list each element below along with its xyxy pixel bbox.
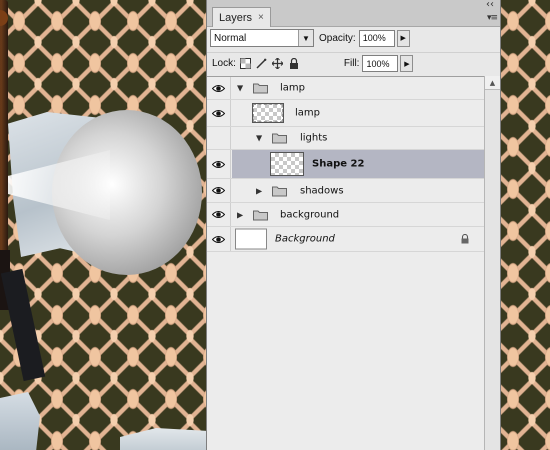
layer-row-content: Shape 22: [232, 150, 485, 178]
layer-row-shape-22[interactable]: Shape 22: [207, 150, 485, 179]
folder-icon: [272, 133, 287, 144]
fill-label: Fill:: [343, 58, 360, 69]
collapsed-triangle-icon[interactable]: ▶: [237, 210, 243, 219]
chevron-down-icon[interactable]: ▼: [298, 30, 313, 46]
lock-icon: [461, 234, 469, 244]
layer-row-lamp[interactable]: lamp: [207, 100, 485, 127]
blend-mode-value: Normal: [214, 32, 247, 44]
layers-panel: Layers × ‹‹ ▾≡ Normal ▼ Opacity: 100% ▶ …: [206, 0, 501, 450]
lock-transparent-pixels-icon[interactable]: [240, 58, 252, 70]
document-canvas[interactable]: [0, 0, 207, 450]
lock-label: Lock:: [212, 58, 236, 69]
thumbnail-content: [253, 104, 283, 122]
eye-icon: [212, 84, 225, 92]
folder-icon: [253, 83, 268, 94]
expand-triangle-icon[interactable]: ▼: [256, 134, 262, 143]
fill-field[interactable]: 100%: [362, 55, 399, 72]
visibility-toggle[interactable]: [207, 100, 231, 126]
layer-row-lamp-group[interactable]: ▼ lamp: [207, 77, 485, 100]
layer-name: shadows: [300, 185, 344, 196]
eye-icon: [212, 211, 225, 218]
tab-layers[interactable]: Layers ×: [212, 7, 271, 27]
blend-mode-select[interactable]: Normal ▼: [210, 29, 314, 47]
fill-slider-button[interactable]: ▶: [400, 55, 414, 72]
lock-position-icon[interactable]: [272, 58, 284, 70]
scroll-up-arrow-icon[interactable]: ▲: [485, 76, 500, 90]
layer-name: Shape 22: [312, 158, 365, 170]
layer-row-content: ▼ lights: [232, 127, 485, 149]
layer-row-background-group[interactable]: ▶ background: [207, 203, 485, 227]
layer-name: lamp: [295, 107, 320, 119]
opacity-field[interactable]: 100%: [358, 29, 395, 47]
visibility-toggle[interactable]: [207, 227, 231, 251]
layer-row-content: ▼ lamp: [232, 77, 485, 99]
opacity-slider-button[interactable]: ▶: [396, 29, 410, 47]
eye-icon: [212, 109, 225, 117]
torn-paper-bottom-left: [0, 392, 40, 450]
visibility-toggle[interactable]: [207, 179, 231, 202]
opacity-label: Opacity:: [319, 32, 356, 44]
lamp-strap: [0, 268, 46, 382]
tab-layers-label: Layers: [219, 11, 253, 24]
visibility-toggle[interactable]: [207, 127, 231, 149]
layer-name: lamp: [280, 82, 305, 94]
close-icon[interactable]: ×: [258, 12, 264, 23]
layer-name: background: [280, 209, 340, 220]
visibility-toggle[interactable]: [207, 203, 231, 226]
collapsed-triangle-icon[interactable]: ▶: [256, 186, 262, 195]
lock-options-row: Lock: Fill: 100% ▶: [207, 52, 500, 74]
layers-list: ▼ lamp lamp ▼ lights Shape 22 ▶ shadows …: [207, 76, 485, 450]
lock-all-icon[interactable]: [288, 58, 300, 70]
layers-scrollbar[interactable]: ▲: [484, 76, 500, 450]
layer-row-background[interactable]: Background: [207, 227, 485, 252]
lock-image-pixels-icon[interactable]: [256, 58, 268, 70]
visibility-toggle[interactable]: [207, 150, 231, 178]
layer-thumbnail: [270, 152, 304, 176]
layer-row-shadows-group[interactable]: ▶ shadows: [207, 179, 485, 203]
visibility-toggle[interactable]: [207, 77, 231, 99]
layer-thumbnail: [252, 103, 284, 123]
eye-icon: [212, 160, 225, 168]
layer-row-lights-group[interactable]: ▼ lights: [207, 127, 485, 150]
folder-icon: [272, 186, 287, 196]
panel-menu-icon[interactable]: ▾≡: [487, 13, 498, 23]
layer-row-content: lamp: [232, 100, 485, 126]
torn-paper-bottom: [120, 428, 207, 450]
eye-icon: [212, 187, 225, 194]
layer-name: lights: [300, 132, 328, 144]
layer-row-content: ▶ background: [232, 203, 485, 226]
layer-row-content: Background: [232, 227, 485, 251]
folder-icon: [253, 210, 268, 220]
layer-thumbnail: [235, 228, 267, 250]
expand-triangle-icon[interactable]: ▼: [237, 84, 243, 93]
eye-icon: [212, 235, 225, 243]
layer-name: Background: [275, 233, 335, 245]
panel-titlebar: Layers × ‹‹ ▾≡: [207, 0, 500, 27]
layer-row-content: ▶ shadows: [232, 179, 485, 202]
collapse-panel-icon[interactable]: ‹‹: [486, 0, 494, 10]
blend-options-row: Normal ▼ Opacity: 100% ▶: [207, 27, 500, 49]
